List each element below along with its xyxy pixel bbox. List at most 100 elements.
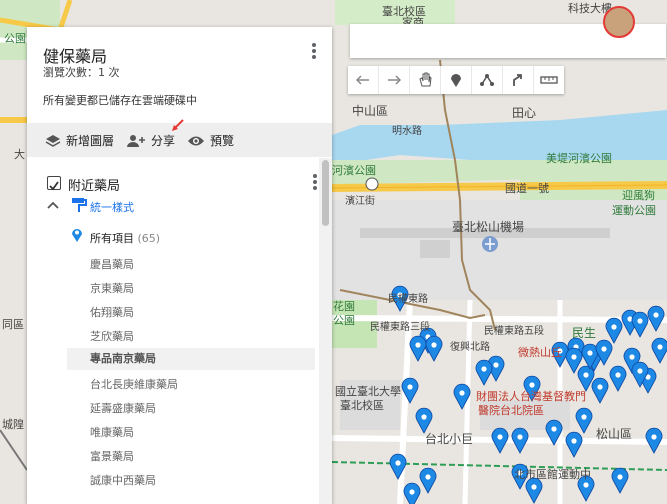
pin-dot — [587, 350, 593, 356]
pin-dot — [615, 372, 621, 378]
layer-visibility-checkbox[interactable] — [47, 176, 61, 191]
list-item[interactable]: 延壽盛康藥局 — [90, 400, 156, 416]
pin-dot — [425, 474, 431, 480]
directions-icon — [513, 74, 522, 86]
add-marker-button[interactable] — [441, 66, 472, 94]
preview-button[interactable]: 預覽 — [187, 132, 234, 149]
pin-dot — [637, 318, 643, 324]
ruler-icon — [540, 76, 558, 84]
pin-dot — [583, 372, 589, 378]
pin-dot — [571, 438, 577, 444]
pin-dot — [657, 344, 663, 350]
pin-dot — [611, 324, 617, 330]
map-label-sports: 北市區館運動中 — [514, 468, 591, 481]
directions-button[interactable] — [503, 66, 534, 94]
redo-button[interactable] — [379, 66, 410, 94]
pin-dot — [409, 489, 415, 495]
all-items-label[interactable]: 所有項目 (65) — [90, 230, 160, 246]
pin-dot — [431, 342, 437, 348]
pin-dot — [597, 384, 603, 390]
pin-dot — [601, 346, 607, 352]
pin-dot — [629, 354, 635, 360]
pin-dot — [481, 366, 487, 372]
add-person-icon — [127, 134, 145, 147]
map-label-river-park-2: 河濱公園 — [332, 164, 376, 177]
map-label-fuxing: 復興北路 — [450, 342, 490, 353]
map-label-xiaojudan: 台北小巨 — [425, 432, 474, 446]
avatar[interactable] — [603, 6, 635, 38]
map-label-minsheng: 民生 — [572, 326, 597, 340]
list-item[interactable]: 京東藥局 — [90, 280, 134, 296]
layer-section: 附近藥局 統一樣式 所有項目 (65) 慶昌藥局京東藥局佑翔藥局芝欣藥局專品南京… — [27, 158, 319, 504]
paint-roller-icon — [72, 198, 87, 212]
map-label-binjiang: 濱江街 — [345, 196, 375, 207]
pin-dot — [531, 484, 537, 490]
list-item[interactable]: 專品南京藥局 — [67, 348, 315, 370]
pan-hand-button[interactable] — [410, 66, 441, 94]
layer-name[interactable]: 附近藥局 — [68, 175, 120, 194]
marker-icon — [451, 74, 461, 87]
item-count: (65) — [137, 232, 161, 245]
scrollbar-thumb[interactable] — [322, 160, 329, 226]
map-label-weifeng: 微熱山丘 — [518, 346, 562, 359]
pin-dot — [551, 426, 557, 432]
line-icon — [480, 74, 494, 86]
pin-dot — [581, 414, 587, 420]
pin-dot — [653, 312, 659, 318]
map-label-river-park-1: 美堤河濱公園 — [546, 152, 612, 165]
map-label-taipei-campus-2: 臺北校區 — [340, 399, 384, 412]
map-label-park: 公園 — [4, 32, 26, 45]
pin-dot — [571, 354, 577, 360]
marker-icon — [72, 229, 82, 242]
measure-button[interactable] — [534, 66, 564, 94]
pin-dot — [617, 474, 623, 480]
map-label-minquan5: 民權東路五段 — [484, 326, 544, 337]
pin-dot — [493, 362, 499, 368]
map-label-minquan: 民權東路三段 — [370, 322, 430, 333]
checkmark-icon — [49, 181, 59, 191]
list-item[interactable]: 佑翔藥局 — [90, 304, 134, 320]
add-layer-label: 新增圖層 — [66, 134, 115, 148]
map-label-airport: 臺北松山機場 — [452, 220, 525, 234]
panel-scrollbar[interactable] — [319, 158, 332, 504]
map-label-park-2: 公園 — [333, 314, 355, 327]
share-button[interactable]: 分享 — [126, 132, 175, 149]
panel-toolbar: 新增圖層 分享 預覽 — [27, 119, 332, 157]
undo-button[interactable] — [348, 66, 379, 94]
list-item[interactable]: 富景藥局 — [90, 448, 134, 464]
map-label-songshan: 松山區 — [596, 427, 633, 441]
red-arrow-annotation — [172, 119, 184, 131]
pin-dot — [415, 342, 421, 348]
redo-icon — [388, 75, 401, 85]
uniform-style-link[interactable]: 統一樣式 — [90, 199, 134, 215]
pin-dot — [421, 414, 427, 420]
undo-icon — [356, 75, 369, 85]
list-item[interactable]: 芝欣藥局 — [90, 328, 134, 344]
map-label-dalu: 大 — [14, 148, 25, 161]
pin-dot — [637, 368, 643, 374]
pin-dot — [497, 434, 503, 440]
map-options-icon[interactable] — [308, 41, 320, 61]
all-items-text: 所有項目 — [90, 232, 134, 245]
list-item[interactable]: 慶昌藥局 — [90, 256, 134, 272]
map-legend-panel: 健保藥局 瀏覽次數：1 次 所有變更都已儲存在雲端硬碟中 新增圖層 分享 預覽 … — [27, 27, 332, 504]
map-label-hospital-2: 醫院台北院區 — [478, 404, 544, 417]
pin-dot — [459, 390, 465, 396]
pin-dot — [517, 434, 523, 440]
map-label-yingfeng-1: 迎風狗 — [622, 189, 655, 202]
map-toolbar — [348, 66, 564, 94]
list-item[interactable]: 唯康藥局 — [90, 424, 134, 440]
pin-dot — [583, 482, 589, 488]
map-label-guoyi: 國道一號 — [505, 182, 549, 195]
chevron-up-icon[interactable] — [47, 201, 59, 209]
map-label-chengfang: 城隍 — [2, 418, 24, 431]
pin-dot — [651, 434, 657, 440]
add-layer-button[interactable]: 新增圖層 — [45, 132, 114, 149]
save-status: 所有變更都已儲存在雲端硬碟中 — [43, 94, 197, 107]
pin-dot — [529, 382, 535, 388]
map-label-yingfeng-2: 運動公園 — [612, 204, 656, 217]
list-item[interactable]: 台北長庚維康藥局 — [90, 376, 178, 392]
list-item[interactable]: 誠康中西藥局 — [90, 472, 156, 488]
draw-line-button[interactable] — [472, 66, 503, 94]
layers-icon — [45, 134, 61, 147]
